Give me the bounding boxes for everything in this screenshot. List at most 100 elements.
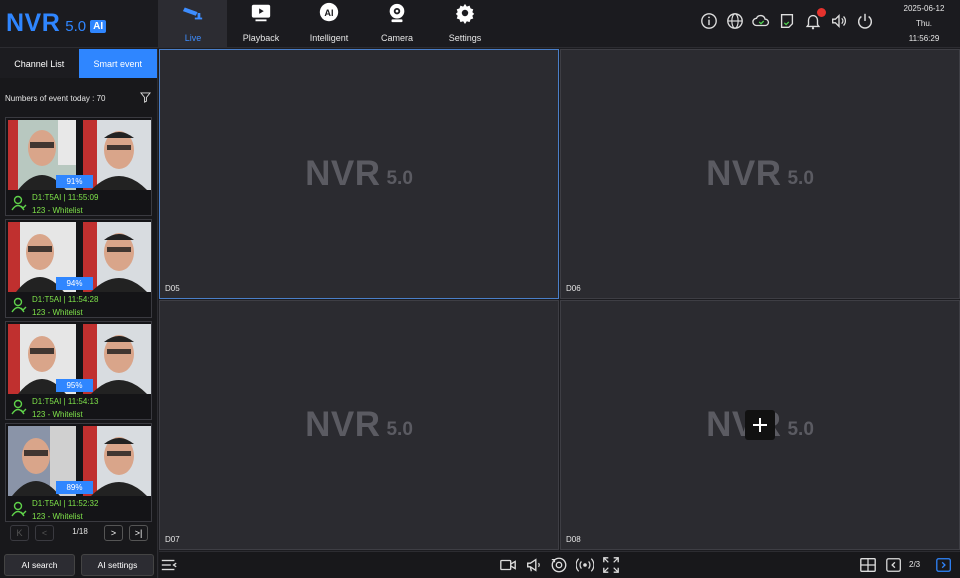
nav-settings-label: Settings: [448, 33, 482, 43]
nav-camera[interactable]: Camera: [363, 0, 431, 48]
watermark-brand: NVR: [706, 154, 782, 193]
match-percent: 94%: [56, 277, 93, 290]
watermark: NVR 5.0: [160, 50, 558, 298]
watermark-brand: NVR: [305, 405, 381, 444]
nav-camera-label: Camera: [380, 33, 413, 43]
day-text: Thu.: [915, 19, 932, 28]
top-bar: NVR 5.0 AI Live Playback AI Intelligent …: [0, 0, 960, 48]
face-library-photo: [83, 120, 151, 190]
channel-label: D07: [165, 535, 180, 544]
top-icons: [700, 8, 874, 30]
nav-playback[interactable]: Playback: [227, 0, 295, 48]
layout-icon[interactable]: [859, 556, 877, 574]
watermark-brand: NVR: [305, 154, 381, 193]
tab-smart-event[interactable]: Smart event: [78, 49, 157, 78]
globe-icon[interactable]: [726, 12, 744, 30]
logo: NVR 5.0 AI: [6, 9, 107, 39]
menu-collapse-icon[interactable]: [160, 556, 178, 574]
person-check-icon: [11, 297, 27, 313]
message-icon[interactable]: [778, 12, 796, 30]
fullscreen-icon[interactable]: [602, 556, 620, 574]
person-check-icon: [11, 501, 27, 517]
person-check-icon: [11, 195, 27, 211]
alarm-bell-icon[interactable]: [804, 8, 826, 30]
ai-search-button[interactable]: AI search: [4, 554, 75, 576]
face-library-photo: [83, 426, 151, 496]
filter-icon[interactable]: [139, 91, 152, 105]
channel-label: D06: [566, 284, 581, 293]
event-list-name: 123 - Whitelist: [32, 512, 83, 521]
volume-icon[interactable]: [830, 12, 848, 30]
event-list-name: 123 - Whitelist: [32, 410, 83, 419]
logo-version: 5.0: [65, 18, 87, 35]
next-layout-page-button[interactable]: [935, 556, 953, 574]
event-card[interactable]: 91% D1:T5AI | 11:55:09 123 - Whitelist: [5, 117, 152, 216]
event-channel-time: D1:T5AI | 11:55:09: [32, 193, 99, 202]
tab-channel-list[interactable]: Channel List: [0, 49, 79, 78]
event-count-row: Numbers of event today : 70: [0, 78, 157, 118]
event-info: D1:T5AI | 11:52:32 123 - Whitelist: [32, 497, 98, 523]
match-percent: 91%: [56, 175, 93, 188]
ai-settings-button[interactable]: AI settings: [81, 554, 154, 576]
main-nav: Live Playback AI Intelligent Camera Sett…: [159, 0, 499, 48]
datetime: 2025-06-12 Thu. 11:56:29: [890, 1, 958, 46]
page-indicator: 1/18: [72, 527, 88, 536]
nav-settings[interactable]: Settings: [431, 0, 499, 48]
video-cell-d05[interactable]: NVR 5.0 D05: [159, 49, 559, 299]
event-card[interactable]: 95% D1:T5AI | 11:54:13 123 - Whitelist: [5, 321, 152, 420]
first-page-button[interactable]: K: [10, 525, 29, 541]
watermark: NVR 5.0: [160, 301, 558, 549]
ai-icon: AI: [319, 2, 339, 22]
date-text: 2025-06-12: [903, 4, 945, 13]
webcam-icon: [389, 3, 405, 23]
power-icon[interactable]: [856, 12, 874, 30]
video-grid: NVR 5.0 D05 NVR 5.0 D06 NVR 5.0 D07 NVR 5.0 …: [159, 49, 960, 550]
face-library-photo: [83, 324, 151, 394]
info-icon[interactable]: [700, 12, 718, 30]
sidebar: Channel List Smart event Numbers of even…: [0, 49, 158, 578]
talk-icon[interactable]: [525, 556, 543, 574]
prev-page-button[interactable]: <: [35, 525, 54, 541]
video-cell-d07[interactable]: NVR 5.0 D07: [159, 300, 559, 550]
video-cell-d06[interactable]: NVR 5.0 D06: [560, 49, 960, 299]
gear-icon: [455, 3, 475, 24]
channel-label: D05: [165, 284, 180, 293]
nav-live[interactable]: Live: [159, 0, 227, 48]
add-camera-button[interactable]: [745, 410, 775, 440]
face-library-photo: [83, 222, 151, 292]
nvr-app: { "logo": {"brand": "NVR", "version": "5…: [0, 0, 960, 578]
event-channel-time: D1:T5AI | 11:52:32: [32, 499, 99, 508]
cloud-icon[interactable]: [752, 12, 770, 30]
person-check-icon: [11, 399, 27, 415]
watermark-version: 5.0: [386, 167, 413, 189]
event-list-name: 123 - Whitelist: [32, 206, 83, 215]
match-percent: 95%: [56, 379, 93, 392]
camera-live-icon: [182, 7, 203, 20]
logo-brand: NVR: [6, 9, 61, 37]
nav-playback-label: Playback: [242, 33, 280, 43]
event-channel-time: D1:T5AI | 11:54:28: [32, 295, 99, 304]
record-icon[interactable]: [499, 556, 517, 574]
ptz-icon[interactable]: [550, 556, 568, 574]
event-list-name: 123 - Whitelist: [32, 308, 83, 317]
next-page-button[interactable]: >: [104, 525, 123, 541]
time-text: 11:56:29: [908, 34, 940, 43]
watermark-version: 5.0: [386, 418, 413, 440]
event-card[interactable]: 89% D1:T5AI | 11:52:32 123 - Whitelist: [5, 423, 152, 522]
watermark: NVR 5.0: [561, 50, 959, 298]
watermark-version: 5.0: [787, 418, 814, 440]
nav-intelligent-label: Intelligent: [309, 33, 349, 43]
match-percent: 89%: [56, 481, 93, 494]
event-card[interactable]: 94% D1:T5AI | 11:54:28 123 - Whitelist: [5, 219, 152, 318]
playback-icon: [251, 4, 271, 22]
alarm-badge: [817, 8, 826, 17]
last-page-button[interactable]: >|: [129, 525, 148, 541]
prev-layout-page-button[interactable]: [885, 556, 903, 574]
event-info: D1:T5AI | 11:54:28 123 - Whitelist: [32, 293, 98, 319]
broadcast-icon[interactable]: [575, 556, 595, 574]
channel-label: D08: [566, 535, 581, 544]
nav-intelligent[interactable]: AI Intelligent: [295, 0, 363, 48]
sidebar-tabs: Channel List Smart event: [0, 49, 157, 78]
layout-page-indicator: 2/3: [909, 560, 921, 569]
watermark-version: 5.0: [787, 167, 814, 189]
